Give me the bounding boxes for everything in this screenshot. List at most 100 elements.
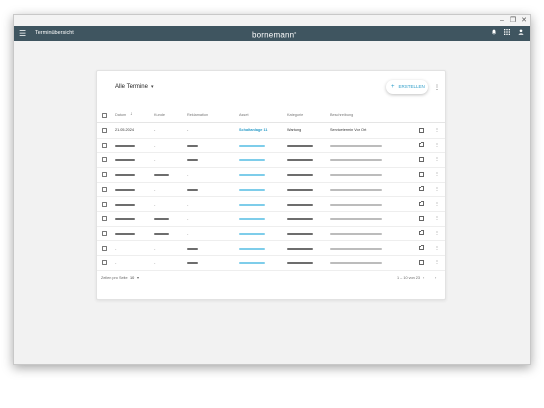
row-date-placeholder [115,203,135,206]
rows-per-page-select[interactable]: 10 [130,276,134,281]
row-category-placeholder [287,262,313,265]
row-more-icon[interactable]: ⋮ [434,259,440,267]
maximize-icon[interactable]: ❐ [508,16,518,25]
row-checkbox[interactable] [102,260,107,266]
table-row[interactable]: 21.05.2024 - - Schaltanlage 11 Wartung S… [97,124,445,139]
page-title: Terminübersicht [35,30,74,36]
open-external-icon[interactable] [419,215,424,221]
row-asset-placeholder[interactable] [239,232,265,235]
table-row[interactable]: - - ⋮ [97,256,445,271]
row-complaint-dash: - [187,216,189,222]
row-asset-placeholder[interactable] [239,174,265,177]
row-asset-placeholder[interactable] [239,247,265,250]
bell-icon[interactable] [489,29,498,38]
table-footer: Zeilen pro Seite 10 ▾ 1 – 10 von 23 ‹ › [97,273,445,287]
table-row[interactable]: - - ⋮ [97,242,445,257]
row-checkbox[interactable] [102,245,107,251]
row-more-icon[interactable]: ⋮ [434,156,440,164]
logo-text: bornemann [252,30,295,40]
row-more-icon[interactable]: ⋮ [434,186,440,194]
open-external-icon[interactable] [419,171,424,177]
row-date-placeholder [115,188,135,191]
row-asset-placeholder[interactable] [239,144,265,147]
row-customer-dash: - [154,245,156,251]
create-button[interactable]: + ERSTELLEN [386,80,428,94]
close-icon[interactable]: ✕ [519,16,529,25]
row-more-icon[interactable]: ⋮ [434,201,440,209]
row-more-icon[interactable]: ⋮ [434,245,440,253]
rows-per-page-caret-icon[interactable]: ▾ [137,276,139,281]
row-checkbox[interactable] [102,201,107,207]
row-asset-placeholder[interactable] [239,159,265,162]
row-checkbox[interactable] [102,216,107,222]
row-checkbox[interactable] [102,157,107,163]
table-row[interactable]: - ⋮ [97,168,445,183]
column-complaint[interactable]: Reklamation [187,113,208,118]
user-icon[interactable] [516,29,525,38]
row-description-placeholder [330,159,382,162]
prev-page-icon[interactable]: ‹ [423,276,424,281]
open-external-icon[interactable] [419,127,424,133]
appointments-card: Alle Termine ▾ + ERSTELLEN ⋮ Datum ↓ Kund… [96,70,446,300]
menu-icon[interactable]: ☰ [19,29,26,38]
row-checkbox[interactable] [102,230,107,236]
table-row[interactable]: - ⋮ [97,212,445,227]
row-checkbox[interactable] [102,172,107,178]
column-description[interactable]: Beschreibung [330,113,353,118]
row-asset-placeholder[interactable] [239,188,265,191]
open-external-icon[interactable] [419,142,424,148]
row-asset-placeholder[interactable] [239,262,265,265]
sort-arrow-icon[interactable]: ↓ [130,112,133,117]
column-asset[interactable]: Asset [239,113,249,118]
row-asset-placeholder[interactable] [239,203,265,206]
open-external-icon[interactable] [419,259,424,265]
row-category-placeholder [287,188,313,191]
column-date[interactable]: Datum [115,113,126,118]
row-more-icon[interactable]: ⋮ [434,127,440,135]
row-date-placeholder [115,159,135,162]
window-titlebar: – ❐ ✕ [14,15,530,26]
row-more-icon[interactable]: ⋮ [434,171,440,179]
row-more-icon[interactable]: ⋮ [434,230,440,238]
card-title: Alle Termine [115,84,148,90]
row-checkbox[interactable] [102,142,107,148]
more-icon[interactable]: ⋮ [434,84,440,92]
open-external-icon[interactable] [419,230,424,236]
chevron-down-icon[interactable]: ▾ [151,84,154,90]
table-row[interactable]: - ⋮ [97,153,445,168]
row-complaint-dash: - [187,230,189,236]
row-date: 21.05.2024 [115,128,135,132]
row-customer-dash: - [154,201,156,207]
table-row[interactable]: - ⋮ [97,139,445,154]
row-checkbox[interactable] [102,128,107,133]
row-category-placeholder [287,218,313,221]
open-external-icon[interactable] [419,201,424,206]
row-asset-link[interactable]: Schaltanlage 11 [239,128,268,133]
column-customer[interactable]: Kunde [154,113,165,118]
apps-icon[interactable] [502,29,511,38]
row-asset-placeholder[interactable] [239,218,265,221]
column-category[interactable]: Kategorie [287,113,303,118]
open-external-icon[interactable] [419,245,424,251]
table-row[interactable]: - ⋮ [97,183,445,198]
select-all-checkbox[interactable] [102,113,107,118]
next-page-icon[interactable]: › [435,276,436,281]
open-external-icon[interactable] [419,186,424,192]
row-category: Wartung [287,128,302,132]
row-complaint-dash: - [187,201,189,207]
minimize-icon[interactable]: – [497,16,507,25]
row-complaint-dash: - [187,172,189,178]
row-category-placeholder [287,144,313,147]
row-date-placeholder [115,174,135,177]
row-description-placeholder [330,232,382,235]
open-external-icon[interactable] [419,156,424,162]
brand-logo: bornemannx [252,28,296,41]
row-date-dash: - [115,245,117,251]
table-row[interactable]: - - ⋮ [97,198,445,212]
row-more-icon[interactable]: ⋮ [434,215,440,223]
row-description-placeholder [330,203,382,206]
row-more-icon[interactable]: ⋮ [434,142,440,150]
row-checkbox[interactable] [102,186,107,192]
table-row[interactable]: - ⋮ [97,227,445,242]
row-date-placeholder [115,218,135,221]
